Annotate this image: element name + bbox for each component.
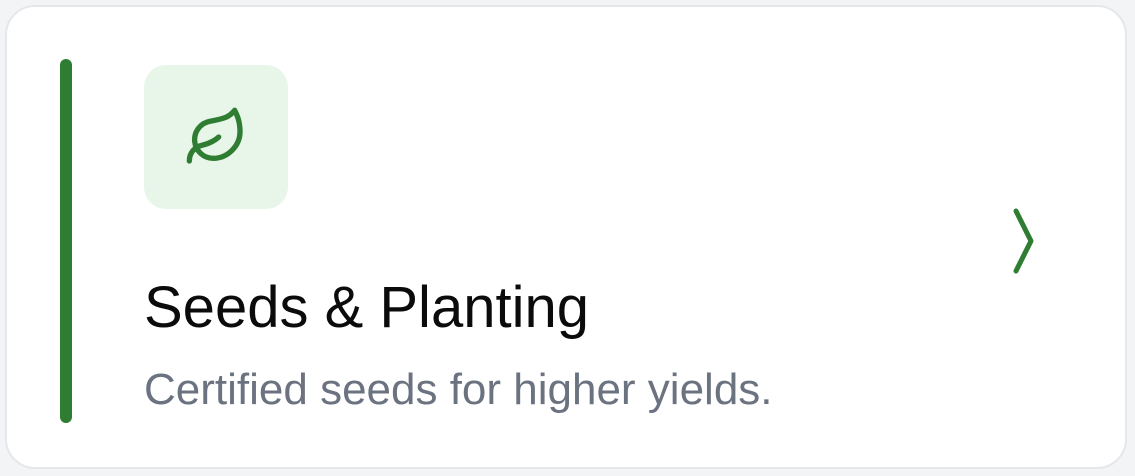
card-description: Certified seeds for higher yields. bbox=[144, 365, 773, 414]
chevron-right-icon[interactable] bbox=[1003, 201, 1043, 281]
accent-bar bbox=[60, 59, 72, 423]
card-title: Seeds & Planting bbox=[144, 275, 589, 340]
category-card-seeds-planting[interactable]: Seeds & Planting Certified seeds for hig… bbox=[5, 5, 1127, 469]
leaf-icon bbox=[186, 107, 243, 164]
icon-tile bbox=[144, 65, 288, 209]
